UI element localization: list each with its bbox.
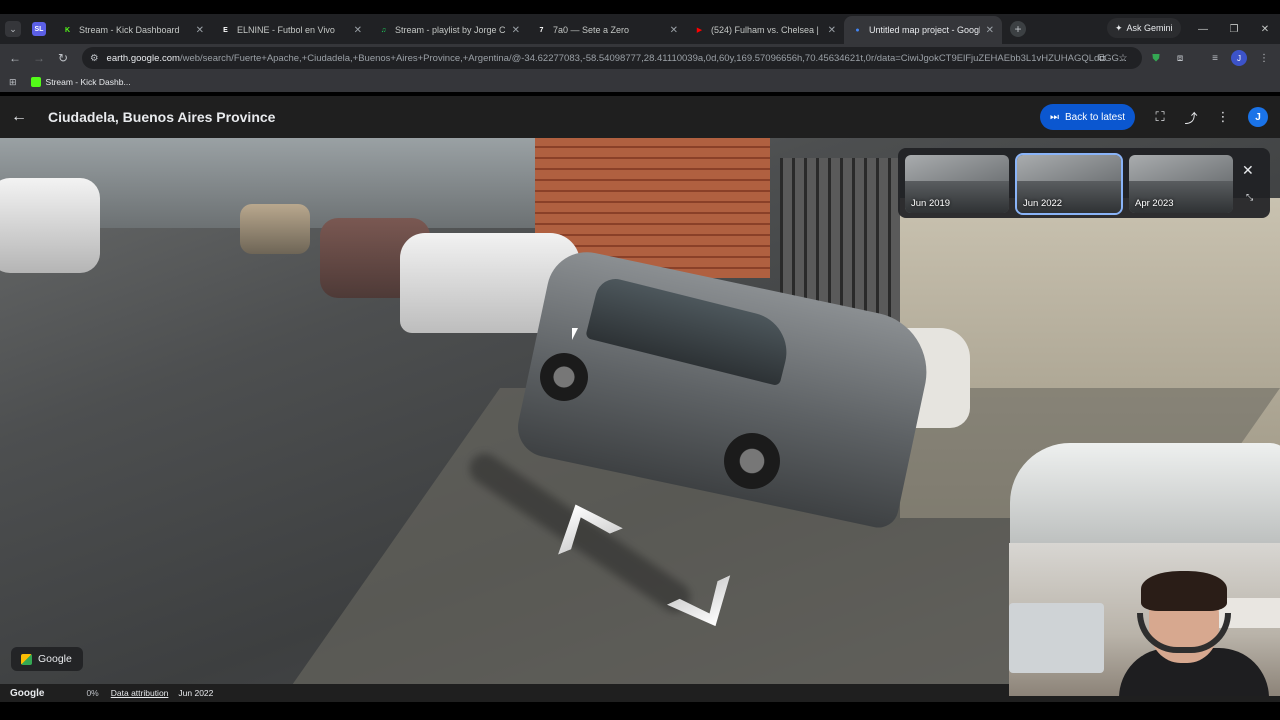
account-avatar[interactable]: J [1248, 107, 1268, 127]
more-options-icon[interactable]: ⋮ [1212, 106, 1234, 128]
tab-label: Untitled map project - Google [869, 25, 980, 35]
tab-label: ELNINE - Futbol en Vivo [237, 25, 335, 35]
close-timeline-icon[interactable]: ✕ [1242, 162, 1254, 179]
skip-latest-icon: ⏭ [1049, 111, 1059, 123]
tab-favicon-icon: ♫ [380, 26, 387, 34]
parked-car-white-left [0, 178, 100, 273]
site-info-icon[interactable]: ⚙ [90, 53, 99, 64]
tab-favicon-icon: K [64, 26, 71, 34]
browser-tab[interactable]: K Stream - Kick Dashboard ✕ [54, 16, 212, 44]
back-to-latest-button[interactable]: ⏭ Back to latest [1040, 104, 1135, 130]
mouse-cursor [572, 328, 578, 340]
tab-label: Stream - Kick Dashboard [79, 25, 180, 35]
historical-imagery-panel: Jun 2019 Jun 2022 Apr 2023 ✕ ⤡ [898, 148, 1270, 218]
media-control-icon[interactable]: ≡ [1207, 50, 1223, 66]
tab-close-icon[interactable]: ✕ [986, 25, 994, 36]
tab-close-icon[interactable]: ✕ [512, 25, 520, 36]
tab-favicon-icon: E [223, 26, 228, 34]
extensions-puzzle-icon[interactable]: ⧈ [1172, 50, 1188, 66]
browser-menu-icon[interactable]: ⋮ [1256, 50, 1272, 66]
timeline-thumbnail[interactable]: Jun 2019 [905, 155, 1009, 213]
url-path: /web/search/Fuerte+Apache,+Ciudadela,+Bu… [179, 52, 1127, 64]
bookmark-kick[interactable]: Stream - Kick Dashb... [46, 77, 131, 87]
collapse-icon[interactable]: ⤡ [1246, 192, 1253, 203]
browser-tab[interactable]: E ELNINE - Futbol en Vivo ✕ [212, 16, 370, 44]
browser-tab[interactable]: 7 7a0 — Sete a Zero ✕ [528, 16, 686, 44]
bookmark-star-icon[interactable]: ☆ [1115, 50, 1131, 66]
tab-favicon-icon: ▶ [696, 27, 703, 34]
google-chip[interactable]: Google [11, 647, 83, 671]
back-nav-icon[interactable]: ← [3, 46, 27, 70]
forward-nav-icon[interactable]: → [27, 46, 51, 70]
timeline-thumbnail[interactable]: Apr 2023 [1129, 155, 1233, 213]
tab-label: Stream - playlist by Jorge Cruz [395, 25, 506, 35]
google-chip-label: Google [38, 653, 72, 665]
car-wheel-front [724, 433, 780, 489]
tab-close-icon[interactable]: ✕ [196, 25, 204, 36]
url-bar[interactable]: ⚙ earth.google.com/web/search/Fuerte+Apa… [82, 47, 1142, 69]
fullscreen-icon[interactable]: ⛶ [1149, 106, 1171, 128]
timeline-date-label: Jun 2022 [1023, 198, 1063, 209]
tab-close-icon[interactable]: ✕ [828, 25, 836, 36]
browser-tab[interactable]: ♫ Stream - playlist by Jorge Cruz ✕ [370, 16, 528, 44]
minimize-icon[interactable]: — [1188, 14, 1218, 44]
reload-icon[interactable]: ↻ [51, 46, 75, 70]
webcam-headset [1137, 613, 1231, 653]
shield-extension-icon[interactable]: ⛊ [1148, 50, 1164, 66]
address-toolbar: ← → ↻ ⚙ earth.google.com/web/search/Fuer… [0, 44, 1280, 72]
tab-close-icon[interactable]: ✕ [354, 25, 362, 36]
gemini-icon: ✦ [1115, 22, 1123, 33]
kick-bookmark-icon [30, 77, 41, 87]
tab-search-icon[interactable]: ⌄ [5, 21, 21, 37]
page-title: Ciudadela, Buenos Aires Province [48, 109, 276, 125]
ask-gemini-button[interactable]: ✦ Ask Gemini [1107, 18, 1181, 38]
url-host: earth.google.com [106, 52, 180, 64]
bottom-bar-blank [0, 702, 1280, 720]
window-close-icon[interactable]: ✕ [1250, 14, 1280, 44]
profile-avatar-icon[interactable]: J [1231, 50, 1247, 66]
tab-favicon-icon: 7 [539, 26, 544, 34]
google-logo: Google [10, 687, 45, 699]
maximize-icon[interactable]: ❐ [1219, 14, 1249, 44]
webcam-person-hair [1141, 571, 1227, 611]
tab-label: (524) Fulham vs. Chelsea | High [711, 25, 822, 35]
timeline-thumbnail[interactable]: Jun 2022 [1015, 153, 1123, 215]
browser-tab[interactable]: ▶ (524) Fulham vs. Chelsea | High ✕ [686, 16, 844, 44]
bookmarks-bar: ⊞ Stream - Kick Dashb... [0, 72, 1280, 92]
ask-gemini-label: Ask Gemini [1126, 23, 1173, 33]
parked-car-white-right [1010, 443, 1280, 553]
car-wheel-rear [540, 353, 588, 401]
tab-favicon-icon: ● [855, 26, 860, 34]
share-icon[interactable]: ⤴ [1180, 106, 1202, 128]
pinned-tab[interactable]: SL [32, 22, 46, 36]
top-bar-blank [0, 0, 1280, 14]
imagery-date: Jun 2022 [178, 688, 214, 698]
google-earth-icon [21, 653, 32, 665]
browser-tab[interactable]: ● Untitled map project - Google ✕ [844, 16, 1002, 44]
parked-car-tan [240, 204, 310, 254]
back-arrow-icon[interactable]: ← [8, 106, 30, 128]
webcam-overlay [1009, 543, 1280, 696]
back-to-latest-label: Back to latest [1064, 111, 1126, 123]
new-tab-button[interactable]: + [1010, 21, 1026, 37]
install-app-icon[interactable]: ⧉ [1094, 50, 1110, 66]
data-attribution-link[interactable]: Data attribution [111, 688, 169, 698]
browser-tab-bar: ⌄ SL K Stream - Kick Dashboard ✕ E ELNINE - … [0, 14, 1280, 44]
loading-percent: 0% [86, 688, 99, 698]
webcam-bed [1009, 603, 1104, 673]
tab-label: 7a0 — Sete a Zero [553, 25, 630, 35]
timeline-date-label: Jun 2019 [911, 198, 951, 209]
apps-grid-icon[interactable]: ⊞ [9, 77, 17, 88]
timeline-date-label: Apr 2023 [1135, 198, 1174, 209]
tab-close-icon[interactable]: ✕ [670, 25, 678, 36]
